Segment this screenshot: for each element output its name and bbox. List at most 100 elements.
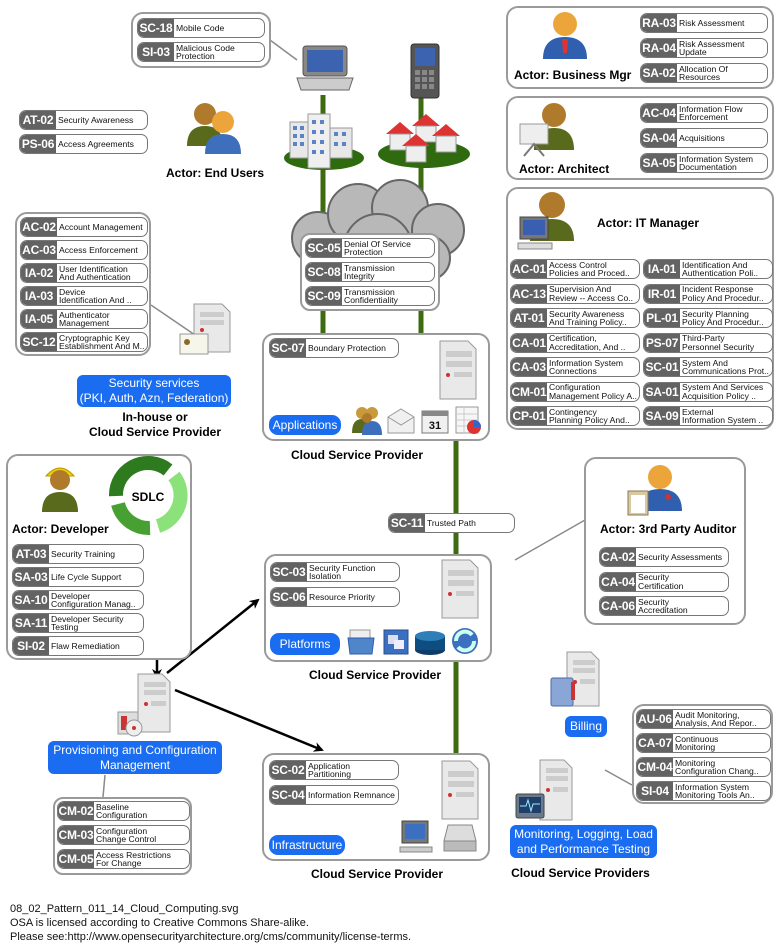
control-sc-11[interactable]: SC-11 Trusted Path	[388, 513, 515, 533]
control-sa-10[interactable]: SA-10 Developer Configuration Manag..	[12, 590, 144, 610]
applications-caption: Cloud Service Provider	[290, 448, 424, 462]
control-pl-01[interactable]: PL-01 Security Planning Policy And Proced…	[643, 308, 773, 328]
control-cm-01[interactable]: CM-01 Configuration Management Policy A..	[510, 381, 640, 402]
auditor-group: Actor: 3rd Party Auditor CA-02 Security A…	[584, 457, 746, 625]
control-sa-02[interactable]: SA-02 Allocation Of Resources	[640, 63, 768, 83]
control-at-02[interactable]: AT-02 Security Awareness	[19, 110, 148, 130]
architect-group: Actor: Architect AC-04 Information Flow E…	[506, 96, 774, 180]
control-ac-13[interactable]: AC-13 Supervision And Review -- Access Co…	[510, 283, 640, 304]
control-ca-07[interactable]: CA-07 Continuous Monitoring	[636, 733, 771, 753]
control-sc-04[interactable]: SC-04 Information Remnance	[269, 785, 399, 805]
control-ia-05[interactable]: IA-05 Authenticator Management	[20, 309, 148, 329]
control-ra-03[interactable]: RA-03 Risk Assessment	[640, 13, 768, 33]
control-ra-04[interactable]: RA-04 Risk Assessment Update	[640, 38, 768, 58]
control-sa-09[interactable]: SA-09 External Information System ..	[643, 406, 773, 426]
provisioning-server-icon	[117, 673, 171, 737]
control-ca-04[interactable]: CA-04 Security Certification	[599, 571, 729, 592]
control-sa-05[interactable]: SA-05 Information System Documentation	[640, 153, 768, 173]
calendar-icon: 31	[421, 410, 449, 434]
control-ia-02[interactable]: IA-02 User Identification And Authenticat…	[20, 263, 148, 283]
connector-platforms-auditor	[514, 519, 586, 561]
laptop-icon	[296, 45, 354, 91]
billing-server-icon	[550, 651, 600, 707]
provisioning-controls-group: CM-02 Baseline Configuration CM-03 Configur…	[53, 797, 192, 875]
control-si-03[interactable]: SI-03 Malicious Code Protection	[137, 42, 265, 62]
auditor-actor-label: Actor: 3rd Party Auditor	[600, 522, 737, 536]
control-cm-03[interactable]: CM-03 Configuration Change Control	[57, 825, 190, 845]
infrastructure-pill[interactable]: Infrastructure	[269, 835, 345, 855]
control-cm-02[interactable]: CM-02 Baseline Configuration	[57, 801, 190, 821]
control-sa-03[interactable]: SA-03 Life Cycle Support	[12, 567, 144, 587]
developer-actor-label: Actor: Developer	[12, 522, 109, 536]
control-ca-03[interactable]: CA-03 Information System Connections	[510, 357, 640, 377]
control-sa-04[interactable]: SA-04 Acquisitions	[640, 128, 768, 148]
control-si-04[interactable]: SI-04 Information System Monitoring Tools…	[636, 781, 771, 801]
desktop-computer-icon	[399, 820, 433, 853]
database-icon	[415, 631, 445, 655]
applications-pill[interactable]: Applications	[269, 415, 341, 435]
homes-icon	[378, 114, 470, 168]
control-ps-07[interactable]: PS-07 Third-Party Personnel Security	[643, 332, 773, 353]
it-manager-actor-label: Actor: IT Manager	[597, 216, 700, 230]
control-ac-04[interactable]: AC-04 Information Flow Enforcement	[640, 103, 768, 123]
billing-pill[interactable]: Billing	[565, 716, 607, 737]
folder-icon	[347, 629, 375, 655]
control-sa-11[interactable]: SA-11 Developer Security Testing	[12, 613, 144, 633]
footer-license-link[interactable]: Please see:http://www.opensecurityarchit…	[10, 931, 411, 943]
control-sc-02[interactable]: SC-02 Application Partitioning	[269, 760, 399, 780]
control-cm-04[interactable]: CM-04 Monitoring Configuration Chang..	[636, 757, 771, 777]
it-manager-group: Actor: IT Manager AC-01 Access Control Po…	[506, 187, 774, 430]
control-sc-06[interactable]: SC-06 Resource Priority	[270, 587, 400, 607]
mobile-phone-icon	[410, 43, 440, 99]
control-sc-08[interactable]: SC-08 Transmission Integrity	[305, 262, 435, 282]
footer-filename: 08_02_Pattern_011_14_Cloud_Computing.svg	[10, 903, 239, 915]
business-mgr-actor-label: Actor: Business Mgr	[514, 68, 632, 82]
control-ia-03[interactable]: IA-03 Device Identification And ..	[20, 286, 148, 306]
business-mgr-group: Actor: Business Mgr RA-03 Risk Assessment…	[506, 6, 774, 89]
control-ir-01[interactable]: IR-01 Incident Response Policy And Proced…	[643, 283, 773, 304]
connector-mobile-laptop	[269, 39, 298, 61]
auditor-icon	[627, 465, 682, 516]
control-si-02[interactable]: SI-02 Flaw Remediation	[12, 636, 144, 656]
control-cm-05[interactable]: CM-05 Access Restrictions For Change	[57, 849, 190, 869]
sdlc-label: SDLC	[132, 490, 165, 504]
server-icon	[441, 760, 479, 820]
control-sc-09[interactable]: SC-09 Transmission Confidentiality	[305, 286, 435, 306]
it-manager-icon	[517, 192, 574, 250]
server-icon	[441, 559, 479, 619]
control-ac-03[interactable]: AC-03 Access Enforcement	[20, 240, 148, 260]
control-ac-02[interactable]: AC-02 Account Management	[20, 217, 148, 237]
control-au-06[interactable]: AU-06 Audit Monitoring, Analysis, And Rep…	[636, 709, 771, 729]
control-ca-01[interactable]: CA-01 Certification, Accreditation, And .…	[510, 332, 640, 353]
monitoring-caption: Cloud Service Providers	[511, 866, 650, 880]
control-sc-01[interactable]: SC-01 System And Communications Prot..	[643, 357, 773, 377]
users-icon	[352, 407, 382, 435]
monitoring-pill[interactable]: Monitoring, Logging, Load and Performanc…	[510, 825, 657, 858]
control-ia-01[interactable]: IA-01 Identification And Authentication P…	[643, 259, 773, 279]
control-at-03[interactable]: AT-03 Security Training	[12, 544, 144, 564]
control-ca-06[interactable]: CA-06 Security Accreditation	[599, 596, 729, 616]
control-sc-18[interactable]: SC-18 Mobile Code	[137, 18, 265, 38]
security-services-pill[interactable]: Security services (PKI, Auth, Azn, Feder…	[77, 375, 231, 407]
connector-monitor-controls	[604, 769, 633, 786]
monitoring-server-icon	[515, 759, 573, 821]
control-cp-01[interactable]: CP-01 Contingency Planning Policy And..	[510, 406, 640, 426]
hard-drive-icon	[443, 824, 477, 852]
mail-icon	[387, 408, 415, 434]
windows-icon	[383, 629, 409, 655]
platforms-pill[interactable]: Platforms	[270, 633, 340, 655]
security-services-caption: In-house or Cloud Service Provider	[88, 410, 222, 439]
control-sc-07[interactable]: SC-07 Boundary Protection	[269, 338, 399, 358]
control-sc-05[interactable]: SC-05 Denial Of Service Protection	[305, 238, 435, 258]
infrastructure-caption: Cloud Service Provider	[310, 867, 444, 881]
applications-provider-group: SC-07 Boundary Protection Applications 31	[262, 333, 490, 441]
control-ac-01[interactable]: AC-01 Access Control Policies and Proced.…	[510, 259, 640, 279]
control-ca-02[interactable]: CA-02 Security Assessments	[599, 547, 729, 567]
control-sc-12[interactable]: SC-12 Cryptographic Key Establishment And…	[20, 332, 148, 352]
control-sc-03[interactable]: SC-03 Security Function Isolation	[270, 562, 400, 582]
control-sa-01[interactable]: SA-01 System And Services Acquisition Pol…	[643, 381, 773, 402]
architect-icon	[519, 103, 574, 157]
control-at-01[interactable]: AT-01 Security Awareness And Training Pol…	[510, 308, 640, 328]
provisioning-pill[interactable]: Provisioning and Configuration Managemen…	[48, 741, 222, 774]
control-ps-06[interactable]: PS-06 Access Agreements	[19, 134, 148, 154]
